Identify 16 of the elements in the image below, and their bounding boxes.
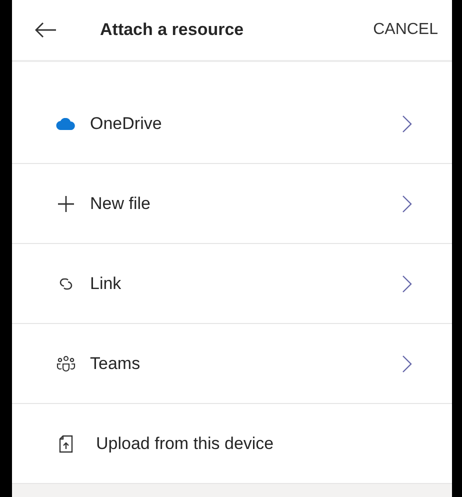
menu-item[interactable]: Teams	[12, 324, 452, 404]
cancel-button[interactable]: CANCEL	[373, 18, 438, 42]
menu-item[interactable]: OneDrive	[12, 84, 452, 164]
chevron-right-icon	[402, 354, 412, 372]
people-icon	[56, 356, 76, 372]
plus-icon	[57, 194, 75, 212]
back-arrow-icon	[35, 22, 57, 38]
menu-item[interactable]: Link	[12, 244, 452, 324]
link-icon	[57, 276, 75, 290]
chevron-right-icon	[402, 274, 412, 292]
chevron-right-icon	[402, 194, 412, 212]
dialog-title: Attach a resource	[100, 19, 244, 42]
menu-item[interactable]: New file	[12, 164, 452, 244]
file-upload-icon	[58, 434, 74, 452]
cloud-icon	[56, 118, 76, 130]
chevron-right-icon	[402, 114, 412, 132]
